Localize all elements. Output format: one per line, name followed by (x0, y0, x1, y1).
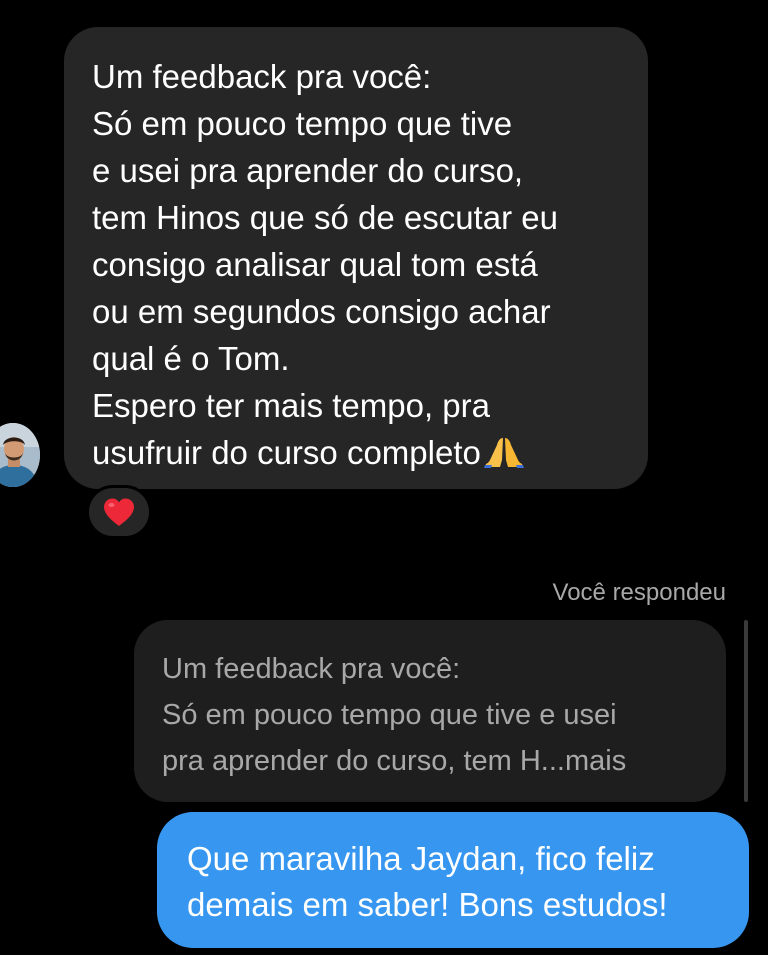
reply-context-label: Você respondeu (552, 579, 726, 606)
message-text-line: Que maravilha Jaydan, fico feliz (187, 840, 655, 877)
message-text-line: demais em saber! Bons estudos! (187, 886, 668, 923)
folded-hands-emoji-icon (483, 438, 524, 468)
quoted-text-line: Só em pouco tempo que tive e usei (162, 699, 617, 731)
quoted-text-line: Um feedback pra você: (162, 653, 461, 685)
message-text-line: Espero ter mais tempo, pra (92, 387, 490, 424)
incoming-message-bubble[interactable]: Um feedback pra você: Só em pouco tempo … (64, 27, 648, 489)
sender-avatar[interactable] (0, 423, 40, 487)
message-text-line: qual é o Tom. (92, 340, 290, 377)
message-text-line: Só em pouco tempo que tive (92, 105, 513, 142)
message-text-line: Um feedback pra você: (92, 58, 432, 95)
heart-reaction-badge[interactable] (86, 485, 152, 539)
message-text-line: consigo analisar qual tom está (92, 246, 538, 283)
message-text-line: e usei pra aprender do curso, (92, 152, 524, 189)
message-text-line: tem Hinos que só de escutar eu (92, 199, 558, 236)
quoted-text-line: pra aprender do curso, tem H...mais (162, 745, 627, 777)
message-last-line: usufruir do curso completo (92, 429, 620, 476)
avatar-photo (0, 423, 40, 487)
quoted-message-preview[interactable]: Um feedback pra você: Só em pouco tempo … (134, 620, 726, 802)
heart-icon (104, 498, 134, 526)
message-text-line: ou em segundos consigo achar (92, 293, 551, 330)
outgoing-message-bubble[interactable]: Que maravilha Jaydan, fico feliz demais … (157, 812, 749, 948)
quote-divider (744, 620, 748, 802)
message-text-segment: usufruir do curso completo (92, 434, 481, 471)
